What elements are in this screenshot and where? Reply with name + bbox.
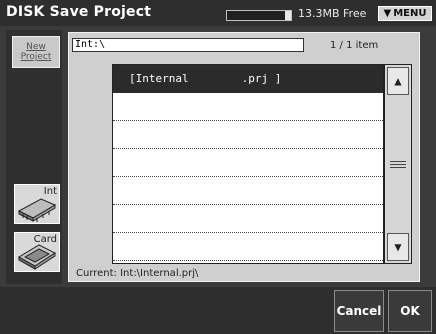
file-list: [Internal .prj ] xyxy=(112,64,384,264)
file-row-empty[interactable] xyxy=(113,205,383,233)
ok-button[interactable]: OK xyxy=(388,290,432,332)
file-row-empty[interactable] xyxy=(113,233,383,261)
current-path: Current: Int:\Internal.prj\ xyxy=(76,268,199,279)
file-row-empty[interactable] xyxy=(113,177,383,205)
free-space-label: 13.3MB Free xyxy=(298,7,367,20)
cancel-button[interactable]: Cancel xyxy=(334,290,384,332)
item-count: 1 / 1 item xyxy=(330,40,379,51)
file-row-empty[interactable] xyxy=(113,93,383,121)
scroll-down-button[interactable]: ▼ xyxy=(387,233,409,261)
file-row-empty[interactable] xyxy=(113,149,383,177)
internal-media-button[interactable]: Int xyxy=(14,184,60,224)
scroll-up-button[interactable]: ▲ xyxy=(387,67,409,95)
triangle-down-icon: ▼ xyxy=(383,8,392,19)
file-row-internal-prj[interactable]: [Internal .prj ] xyxy=(113,65,383,93)
storage-meter-fill xyxy=(227,11,285,20)
triangle-down-icon: ▼ xyxy=(394,240,402,254)
page-title: DISK Save Project xyxy=(6,4,152,20)
triangle-up-icon: ▲ xyxy=(394,74,402,88)
storage-meter xyxy=(226,10,292,21)
scrollbar[interactable]: ▲ ▼ xyxy=(384,64,412,264)
file-row-empty[interactable] xyxy=(113,121,383,149)
title-bar: DISK Save Project 13.3MB Free ▼ MENU xyxy=(0,0,436,26)
menu-button[interactable]: ▼ MENU xyxy=(378,6,432,21)
new-project-label: New Project xyxy=(20,42,52,62)
path-field[interactable]: Int:\ xyxy=(72,38,304,52)
menu-label: MENU xyxy=(393,8,427,19)
new-project-button[interactable]: New Project xyxy=(12,36,60,68)
screen: DISK Save Project 13.3MB Free ▼ MENU New… xyxy=(0,0,436,334)
memory-card-icon xyxy=(18,244,57,270)
memory-chip-icon xyxy=(17,198,57,222)
card-media-button[interactable]: Card xyxy=(14,232,60,272)
scroll-grip-icon[interactable] xyxy=(390,161,406,169)
